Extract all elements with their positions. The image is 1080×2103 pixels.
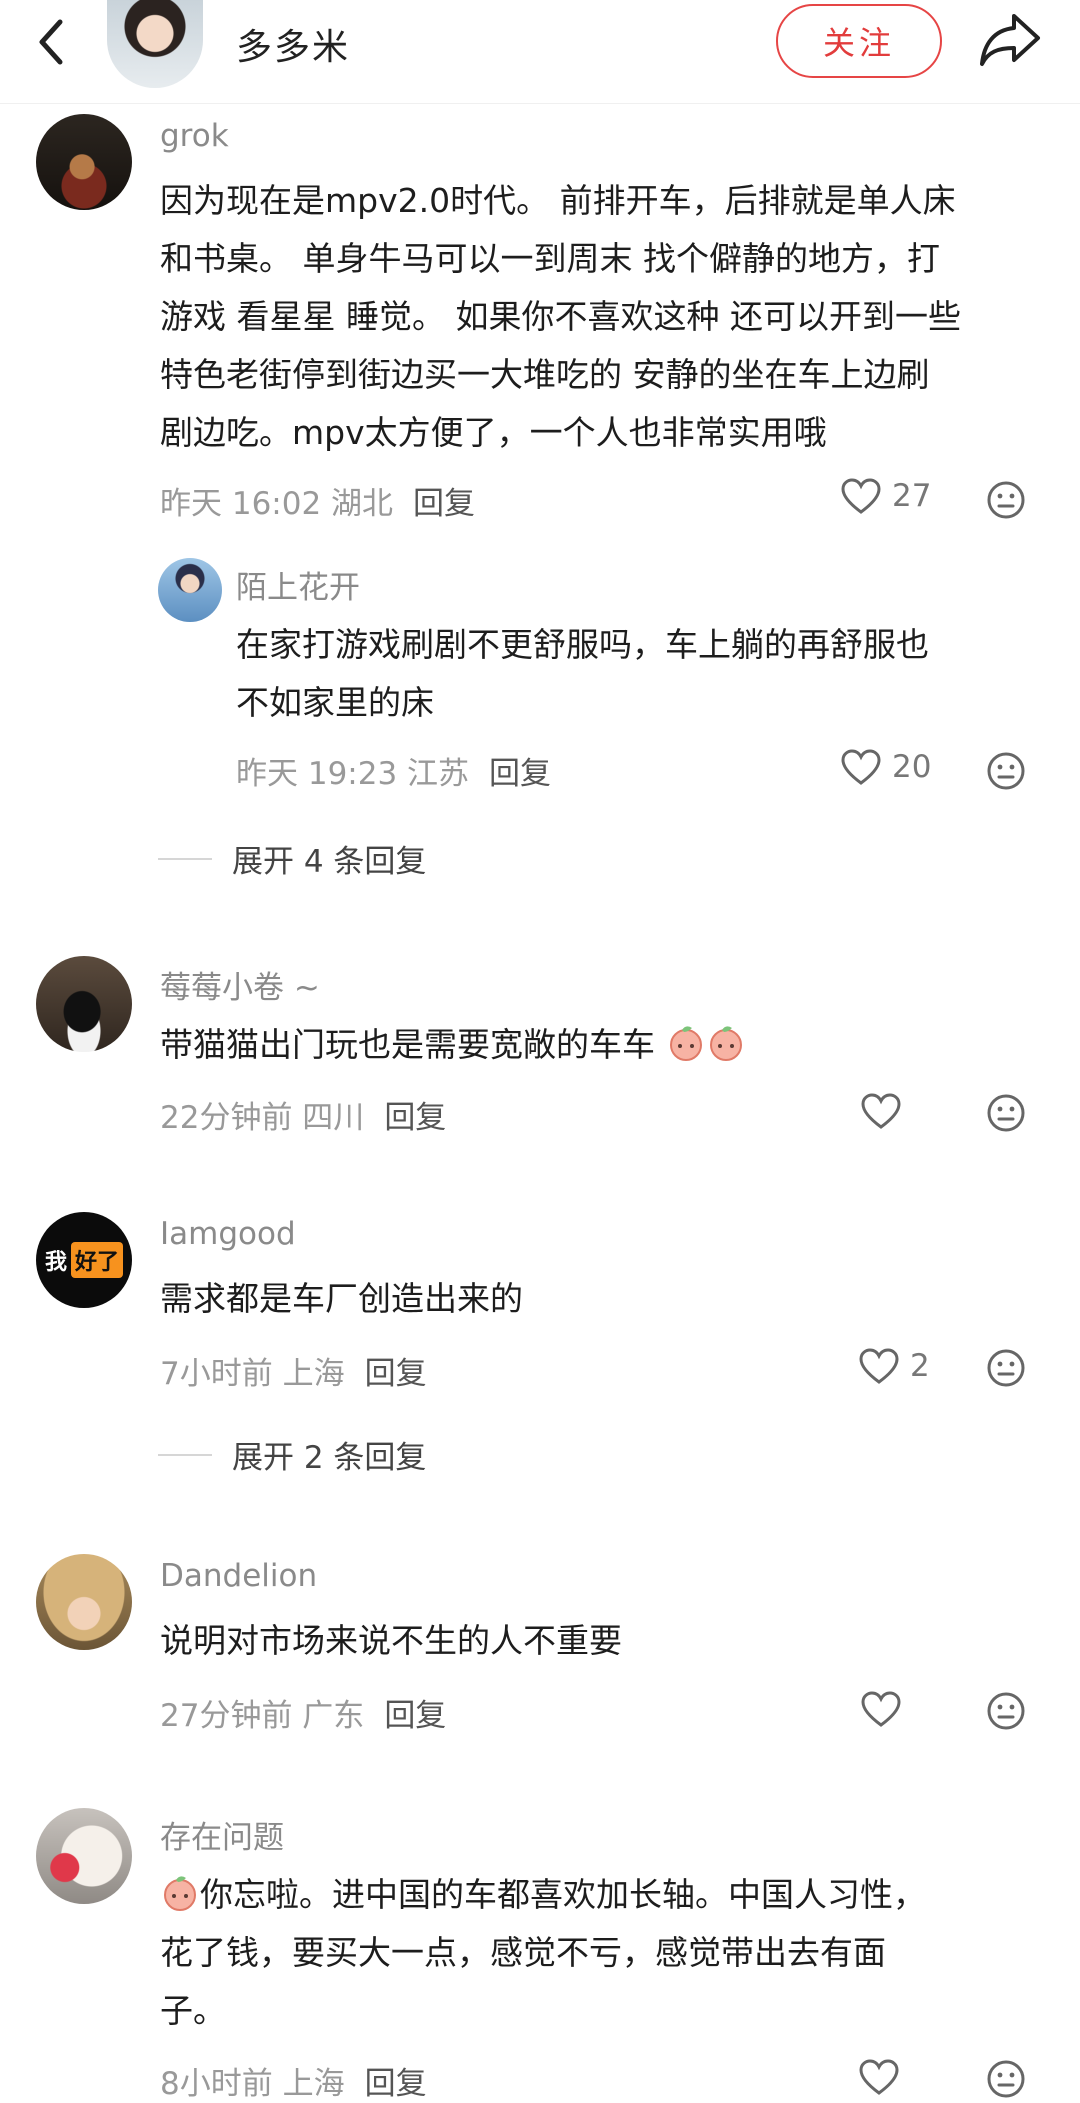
avatar-text: 好了 — [71, 1242, 124, 1278]
follow-button[interactable]: 关注 — [776, 4, 942, 78]
divider — [158, 1453, 212, 1456]
comment-line: 在家打游戏刷剧不更舒服吗，车上躺的再舒服也 — [236, 625, 929, 664]
comment-time: 7小时前 上海 — [160, 1356, 345, 1392]
comment-text: 需求都是车厂创造出来的 — [160, 1270, 523, 1328]
like-button[interactable]: 2 — [858, 1347, 930, 1385]
reply-button[interactable]: 回复 — [384, 1698, 446, 1734]
reply-button[interactable]: 回复 — [365, 2066, 427, 2102]
comment-meta: 27分钟前 广东 回复 — [160, 1690, 446, 1735]
like-button[interactable] — [858, 2058, 910, 2096]
heart-icon — [859, 2059, 899, 2095]
like-button[interactable]: 20 — [840, 748, 931, 786]
comment-line: 花了钱，要买大一点，感觉不亏，感觉带出去有面 — [160, 1933, 886, 1972]
comment-text: 带猫猫出门玩也是需要宽敞的车车 — [160, 1016, 746, 1074]
comment-meta: 昨天 19:23 江苏 回复 — [236, 748, 551, 793]
emoji-reaction-icon[interactable] — [986, 1691, 1026, 1731]
reply-button[interactable]: 回复 — [365, 1356, 427, 1392]
emoji-reaction-icon[interactable] — [986, 1348, 1026, 1388]
top-bar: 多多米 关注 — [0, 0, 1080, 104]
reply-button[interactable]: 回复 — [489, 756, 551, 792]
like-button[interactable] — [860, 1690, 912, 1728]
user-avatar[interactable] — [36, 956, 132, 1052]
peach-emoji-icon — [669, 1026, 702, 1061]
heart-icon — [861, 1691, 901, 1727]
heart-icon — [841, 478, 881, 514]
comment-line: 子。 — [160, 1991, 226, 2030]
like-button[interactable] — [860, 1092, 912, 1130]
comment-line: 带猫猫出门玩也是需要宽敞的车车 — [160, 1025, 655, 1064]
like-count: 2 — [910, 1348, 930, 1384]
comment-line: 你忘啦。进中国的车都喜欢加长轴。中国人习性， — [200, 1875, 926, 1914]
comment-text: 在家打游戏刷剧不更舒服吗，车上躺的再舒服也 不如家里的床 — [236, 616, 929, 732]
comment-line: 剧边吃。mpv太方便了，一个人也非常实用哦 — [160, 413, 827, 452]
expand-replies-button[interactable]: 展开 4 条回复 — [158, 836, 426, 881]
comment-meta: 昨天 16:02 湖北 回复 — [160, 478, 475, 523]
comment-meta: 22分钟前 四川 回复 — [160, 1092, 446, 1137]
comment-time: 8小时前 上海 — [160, 2066, 345, 2102]
comment-line: 不如家里的床 — [236, 683, 434, 722]
comment-text: 因为现在是mpv2.0时代。 前排开车，后排就是单人床 和书桌。 单身牛马可以一… — [160, 172, 961, 462]
divider — [158, 857, 212, 860]
comment-time: 22分钟前 四川 — [160, 1100, 365, 1136]
comment-line: 游戏 看星星 睡觉。 如果你不喜欢这种 还可以开到一些 — [160, 297, 961, 336]
comment-time: 昨天 16:02 湖北 — [160, 486, 394, 522]
author-name[interactable]: 多多米 — [236, 18, 350, 70]
comment-line: 因为现在是mpv2.0时代。 前排开车，后排就是单人床 — [160, 181, 956, 220]
comment-line: 需求都是车厂创造出来的 — [160, 1279, 523, 1318]
comment-text: 你忘啦。进中国的车都喜欢加长轴。中国人习性， 花了钱，要买大一点，感觉不亏，感觉… — [160, 1866, 926, 2040]
avatar-text: 我 — [44, 1250, 67, 1275]
comment-username[interactable]: Iamgood — [160, 1216, 296, 1252]
back-arrow-icon[interactable] — [30, 14, 74, 70]
user-avatar[interactable] — [36, 114, 132, 210]
comment-time: 27分钟前 广东 — [160, 1698, 365, 1734]
comment-meta: 8小时前 上海 回复 — [160, 2058, 427, 2103]
like-count: 20 — [892, 749, 932, 785]
expand-label: 展开 4 条回复 — [232, 844, 427, 880]
emoji-reaction-icon[interactable] — [986, 1093, 1026, 1133]
user-avatar[interactable] — [36, 1554, 132, 1650]
reply-button[interactable]: 回复 — [384, 1100, 446, 1136]
peach-emoji-icon — [709, 1026, 742, 1061]
heart-icon — [859, 1348, 899, 1384]
emoji-reaction-icon[interactable] — [986, 480, 1026, 520]
like-count: 27 — [892, 478, 932, 514]
heart-icon — [861, 1093, 901, 1129]
comment-username[interactable]: Dandelion — [160, 1558, 317, 1594]
expand-label: 展开 2 条回复 — [232, 1440, 427, 1476]
comment-username[interactable]: grok — [160, 118, 229, 154]
comment-line: 和书桌。 单身牛马可以一到周末 找个僻静的地方，打 — [160, 239, 940, 278]
user-avatar[interactable] — [158, 558, 222, 622]
comment-username[interactable]: 存在问题 — [160, 1812, 284, 1857]
comment-username[interactable]: 莓莓小卷 ~ — [160, 962, 320, 1007]
share-icon[interactable] — [978, 10, 1042, 68]
comment-text: 说明对市场来说不生的人不重要 — [160, 1612, 622, 1670]
user-avatar[interactable] — [36, 1808, 132, 1904]
heart-icon — [841, 749, 881, 785]
like-button[interactable]: 27 — [840, 477, 931, 515]
user-avatar[interactable]: 我 好了 — [36, 1212, 132, 1308]
reply-button[interactable]: 回复 — [413, 486, 475, 522]
emoji-reaction-icon[interactable] — [986, 751, 1026, 791]
peach-emoji-icon — [164, 1876, 196, 1911]
emoji-reaction-icon[interactable] — [986, 2059, 1026, 2099]
comment-meta: 7小时前 上海 回复 — [160, 1348, 427, 1393]
comment-username[interactable]: 陌上花开 — [236, 562, 360, 607]
author-avatar[interactable] — [107, 0, 203, 88]
comment-line: 特色老街停到街边买一大堆吃的 安静的坐在车上边刷 — [160, 355, 930, 394]
expand-replies-button[interactable]: 展开 2 条回复 — [158, 1432, 426, 1477]
comment-line: 说明对市场来说不生的人不重要 — [160, 1621, 622, 1660]
comment-time: 昨天 19:23 江苏 — [236, 756, 470, 792]
